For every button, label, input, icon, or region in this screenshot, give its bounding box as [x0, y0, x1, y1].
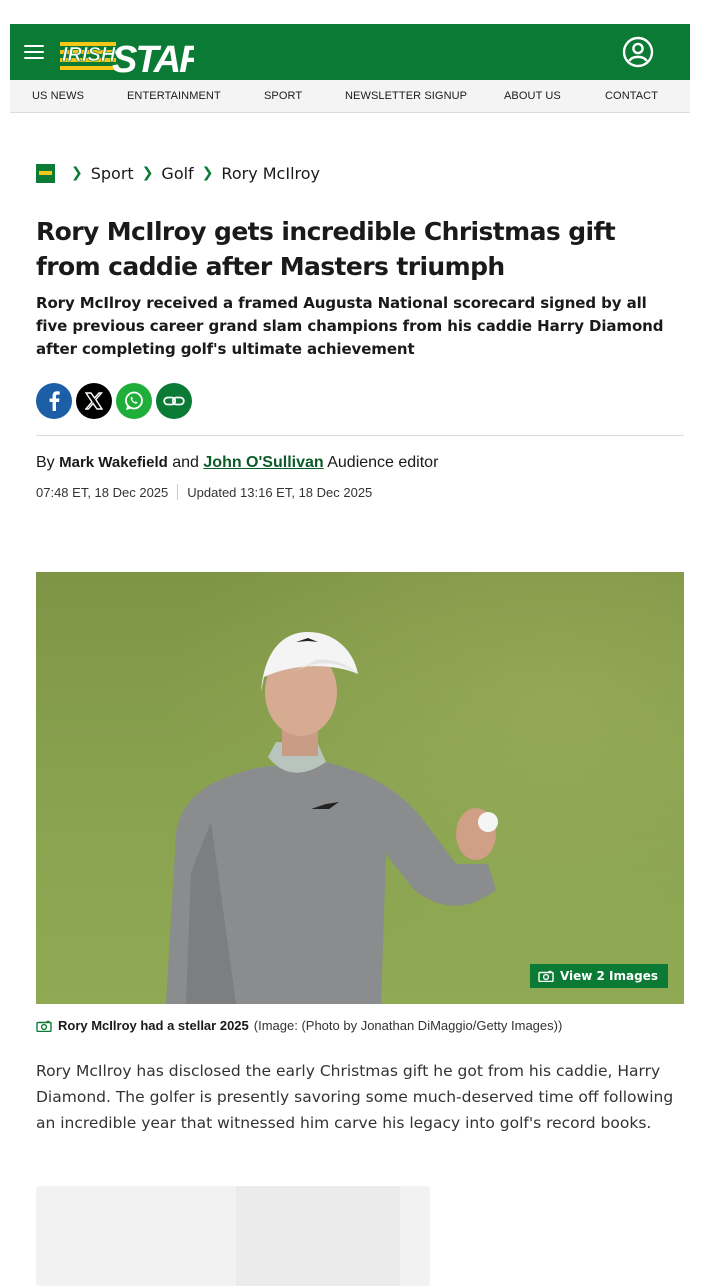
nav-sport[interactable]: SPORT — [264, 90, 302, 102]
whatsapp-icon — [125, 391, 143, 410]
ad-shimmer — [236, 1186, 400, 1286]
view-images-label: View 2 Images — [559, 969, 658, 983]
facebook-icon — [49, 391, 60, 411]
nav-contact[interactable]: CONTACT — [605, 90, 658, 102]
copy-link-button[interactable] — [156, 383, 192, 419]
date-separator — [177, 484, 179, 500]
byline: By Mark Wakefield and John O'Sullivan Au… — [36, 454, 438, 472]
caption-credit: (Image: (Photo by Jonathan DiMaggio/Gett… — [253, 1018, 563, 1033]
svg-text:STAR: STAR — [112, 39, 194, 76]
golfer-photo — [36, 572, 684, 1004]
nav-newsletter-signup[interactable]: NEWSLETTER SIGNUP — [345, 90, 467, 102]
svg-text:IRISH: IRISH — [62, 44, 116, 66]
home-logo-icon[interactable] — [36, 163, 55, 183]
camera-icon — [538, 970, 554, 982]
article-standfirst: Rory McIlroy received a framed Augusta N… — [36, 294, 664, 358]
share-bar — [36, 383, 196, 419]
view-images-button[interactable]: View 2 Images — [529, 964, 668, 988]
author-mark-wakefield: Mark Wakefield — [59, 454, 168, 471]
camera-icon — [36, 1020, 52, 1032]
article-title: Rory McIlroy gets incredible Christmas g… — [36, 217, 616, 281]
irish-star-logo[interactable]: IRISH STAR — [58, 30, 194, 76]
nav-us-news[interactable]: US NEWS — [32, 90, 84, 102]
x-share-button[interactable] — [76, 383, 112, 419]
article-body-paragraph: Rory McIlroy has disclosed the early Chr… — [36, 1062, 674, 1132]
ad-placeholder — [36, 1186, 430, 1286]
breadcrumb: ❯ Sport ❯ Golf ❯ Rory McIlroy — [36, 162, 320, 184]
breadcrumb-rory-mcilroy[interactable]: Rory McIlroy — [221, 164, 320, 183]
nav-entertainment[interactable]: ENTERTAINMENT — [127, 90, 221, 102]
link-icon — [163, 396, 185, 406]
image-caption: Rory McIlroy had a stellar 2025 (Image: … — [36, 1018, 562, 1033]
updated-time: Updated 13:16 ET, 18 Dec 2025 — [187, 484, 373, 500]
facebook-share-button[interactable] — [36, 383, 72, 419]
user-circle-icon[interactable] — [622, 36, 654, 68]
hero-image[interactable]: View 2 Images — [36, 572, 684, 1004]
nav-about-us[interactable]: ABOUT US — [504, 90, 561, 102]
chevron-right-icon: ❯ — [71, 165, 83, 181]
divider — [36, 435, 684, 436]
caption-text: Rory McIlroy had a stellar 2025 — [58, 1018, 249, 1033]
chevron-right-icon: ❯ — [201, 165, 214, 181]
author-role: Audience editor — [327, 454, 439, 471]
byline-prefix: By — [36, 454, 55, 471]
x-icon — [85, 392, 103, 410]
site-header: IRISH STAR — [10, 24, 690, 80]
chevron-right-icon: ❯ — [141, 165, 154, 181]
whatsapp-share-button[interactable] — [116, 383, 152, 419]
byline-joiner: and — [172, 454, 199, 471]
hamburger-icon[interactable] — [24, 42, 44, 60]
breadcrumb-golf[interactable]: Golf — [161, 164, 193, 183]
article-dates: 07:48 ET, 18 Dec 2025 Updated 13:16 ET, … — [36, 484, 372, 500]
breadcrumb-sport[interactable]: Sport — [91, 164, 134, 183]
published-time: 07:48 ET, 18 Dec 2025 — [36, 484, 169, 500]
section-nav: US NEWS ENTERTAINMENT SPORT NEWSLETTER S… — [10, 80, 690, 113]
author-john-osullivan-link[interactable]: John O'Sullivan — [203, 454, 323, 471]
